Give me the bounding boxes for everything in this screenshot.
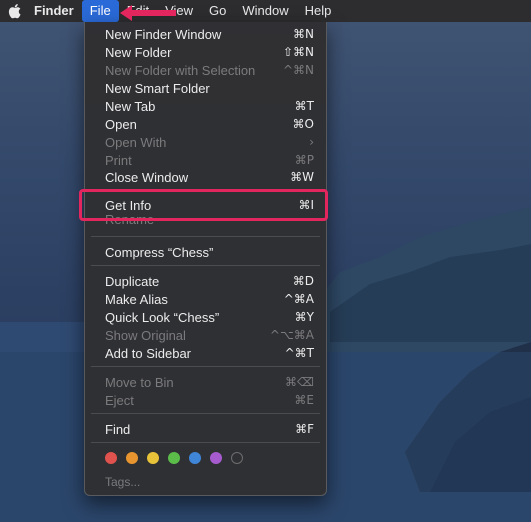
menu-item-shortcut: ⌘D — [292, 274, 314, 288]
menu-item-label: New Smart Folder — [105, 80, 210, 96]
menu-help[interactable]: Help — [297, 0, 340, 22]
menu-item-label: Tags... — [105, 475, 141, 489]
menu-item-print: Print ⌘P — [85, 151, 326, 169]
menu-item-find[interactable]: Find ⌘F — [85, 420, 326, 438]
menu-item-label: Open With — [105, 134, 167, 150]
pointer-arrow-icon — [120, 5, 176, 21]
menu-item-shortcut: ⌘W — [290, 170, 314, 184]
menu-item-eject: Eject ⌘E — [85, 391, 326, 409]
tag-gray-dot[interactable] — [231, 452, 243, 464]
menu-item-shortcut: ⌘Y — [294, 310, 314, 324]
menu-item-move-to-bin: Move to Bin ⌘⌫ — [85, 373, 326, 391]
menu-item-label: Compress “Chess” — [105, 244, 214, 260]
menu-item-make-alias[interactable]: Make Alias ^⌘A — [85, 290, 326, 308]
tag-red-dot[interactable] — [105, 452, 117, 464]
menu-item-shortcut: ⌘N — [293, 27, 314, 41]
menu-window[interactable]: Window — [234, 0, 296, 22]
menu-separator — [91, 236, 320, 237]
menu-item-new-tab[interactable]: New Tab ⌘T — [85, 97, 326, 115]
get-info-highlight-box — [79, 189, 328, 221]
app-name-finder[interactable]: Finder — [30, 0, 82, 22]
menu-item-new-folder-with-selection: New Folder with Selection ^⌘N — [85, 61, 326, 79]
menu-item-label: New Folder with Selection — [105, 62, 256, 78]
tag-purple-dot[interactable] — [210, 452, 222, 464]
menu-item-label: Move to Bin — [105, 374, 174, 390]
menu-go[interactable]: Go — [201, 0, 234, 22]
tag-green-dot[interactable] — [168, 452, 180, 464]
menu-item-label: Eject — [105, 392, 134, 408]
menu-item-shortcut: ⌘P — [294, 153, 314, 167]
menu-item-label: Quick Look “Chess” — [105, 309, 220, 325]
menu-separator — [91, 265, 320, 266]
menu-item-compress[interactable]: Compress “Chess” — [85, 243, 326, 261]
menu-item-shortcut: ⌘F — [295, 422, 314, 436]
menu-item-new-folder[interactable]: New Folder ⇧⌘N — [85, 43, 326, 61]
menu-item-label: Print — [105, 152, 132, 168]
tag-orange-dot[interactable] — [126, 452, 138, 464]
menu-item-tags[interactable]: Tags... — [85, 473, 326, 491]
menu-item-label: New Tab — [105, 98, 156, 114]
menu-item-label: New Folder — [105, 44, 172, 60]
menu-item-add-to-sidebar[interactable]: Add to Sidebar ^⌘T — [85, 344, 326, 362]
menu-separator — [91, 442, 320, 443]
menu-item-shortcut: ⌘⌫ — [285, 375, 314, 389]
menu-item-label: Make Alias — [105, 291, 168, 307]
menu-item-open[interactable]: Open ⌘O — [85, 115, 326, 133]
menu-separator — [91, 366, 320, 367]
tag-color-row — [105, 452, 243, 464]
menu-bar: Finder File Edit View Go Window Help — [0, 0, 531, 22]
menu-item-label: Duplicate — [105, 273, 160, 289]
menu-separator — [91, 413, 320, 414]
submenu-chevron-icon: › — [309, 135, 314, 149]
menu-item-label: Close Window — [105, 169, 189, 185]
menu-item-label: Find — [105, 421, 131, 437]
file-menu-dropdown: New Finder Window ⌘N New Folder ⇧⌘N New … — [84, 22, 327, 496]
menu-item-shortcut: ^⌘A — [283, 292, 314, 306]
menu-item-label: Open — [105, 116, 137, 132]
menu-file[interactable]: File — [81, 0, 119, 22]
menu-item-label: Show Original — [105, 327, 186, 343]
menu-item-shortcut: ⌘T — [294, 99, 314, 113]
menu-item-duplicate[interactable]: Duplicate ⌘D — [85, 272, 326, 290]
menu-item-close-window[interactable]: Close Window ⌘W — [85, 168, 326, 186]
menu-item-new-finder-window[interactable]: New Finder Window ⌘N — [85, 25, 326, 43]
menu-item-new-smart-folder[interactable]: New Smart Folder — [85, 79, 326, 97]
menu-item-label: Add to Sidebar — [105, 345, 192, 361]
apple-menu-icon[interactable] — [0, 3, 30, 19]
menu-item-shortcut: ^⌘T — [284, 346, 314, 360]
menu-item-shortcut: ⇧⌘N — [282, 45, 314, 59]
tag-blue-dot[interactable] — [189, 452, 201, 464]
menu-item-shortcut: ⌘E — [294, 393, 314, 407]
menu-item-label: New Finder Window — [105, 26, 222, 42]
tag-yellow-dot[interactable] — [147, 452, 159, 464]
menu-item-quick-look[interactable]: Quick Look “Chess” ⌘Y — [85, 308, 326, 326]
menu-item-show-original: Show Original ^⌥⌘A — [85, 326, 326, 344]
menu-item-shortcut: ^⌥⌘A — [269, 328, 314, 342]
menu-item-shortcut: ⌘O — [292, 117, 314, 131]
menu-item-open-with: Open With › — [85, 133, 326, 151]
menu-item-shortcut: ^⌘N — [282, 63, 314, 77]
